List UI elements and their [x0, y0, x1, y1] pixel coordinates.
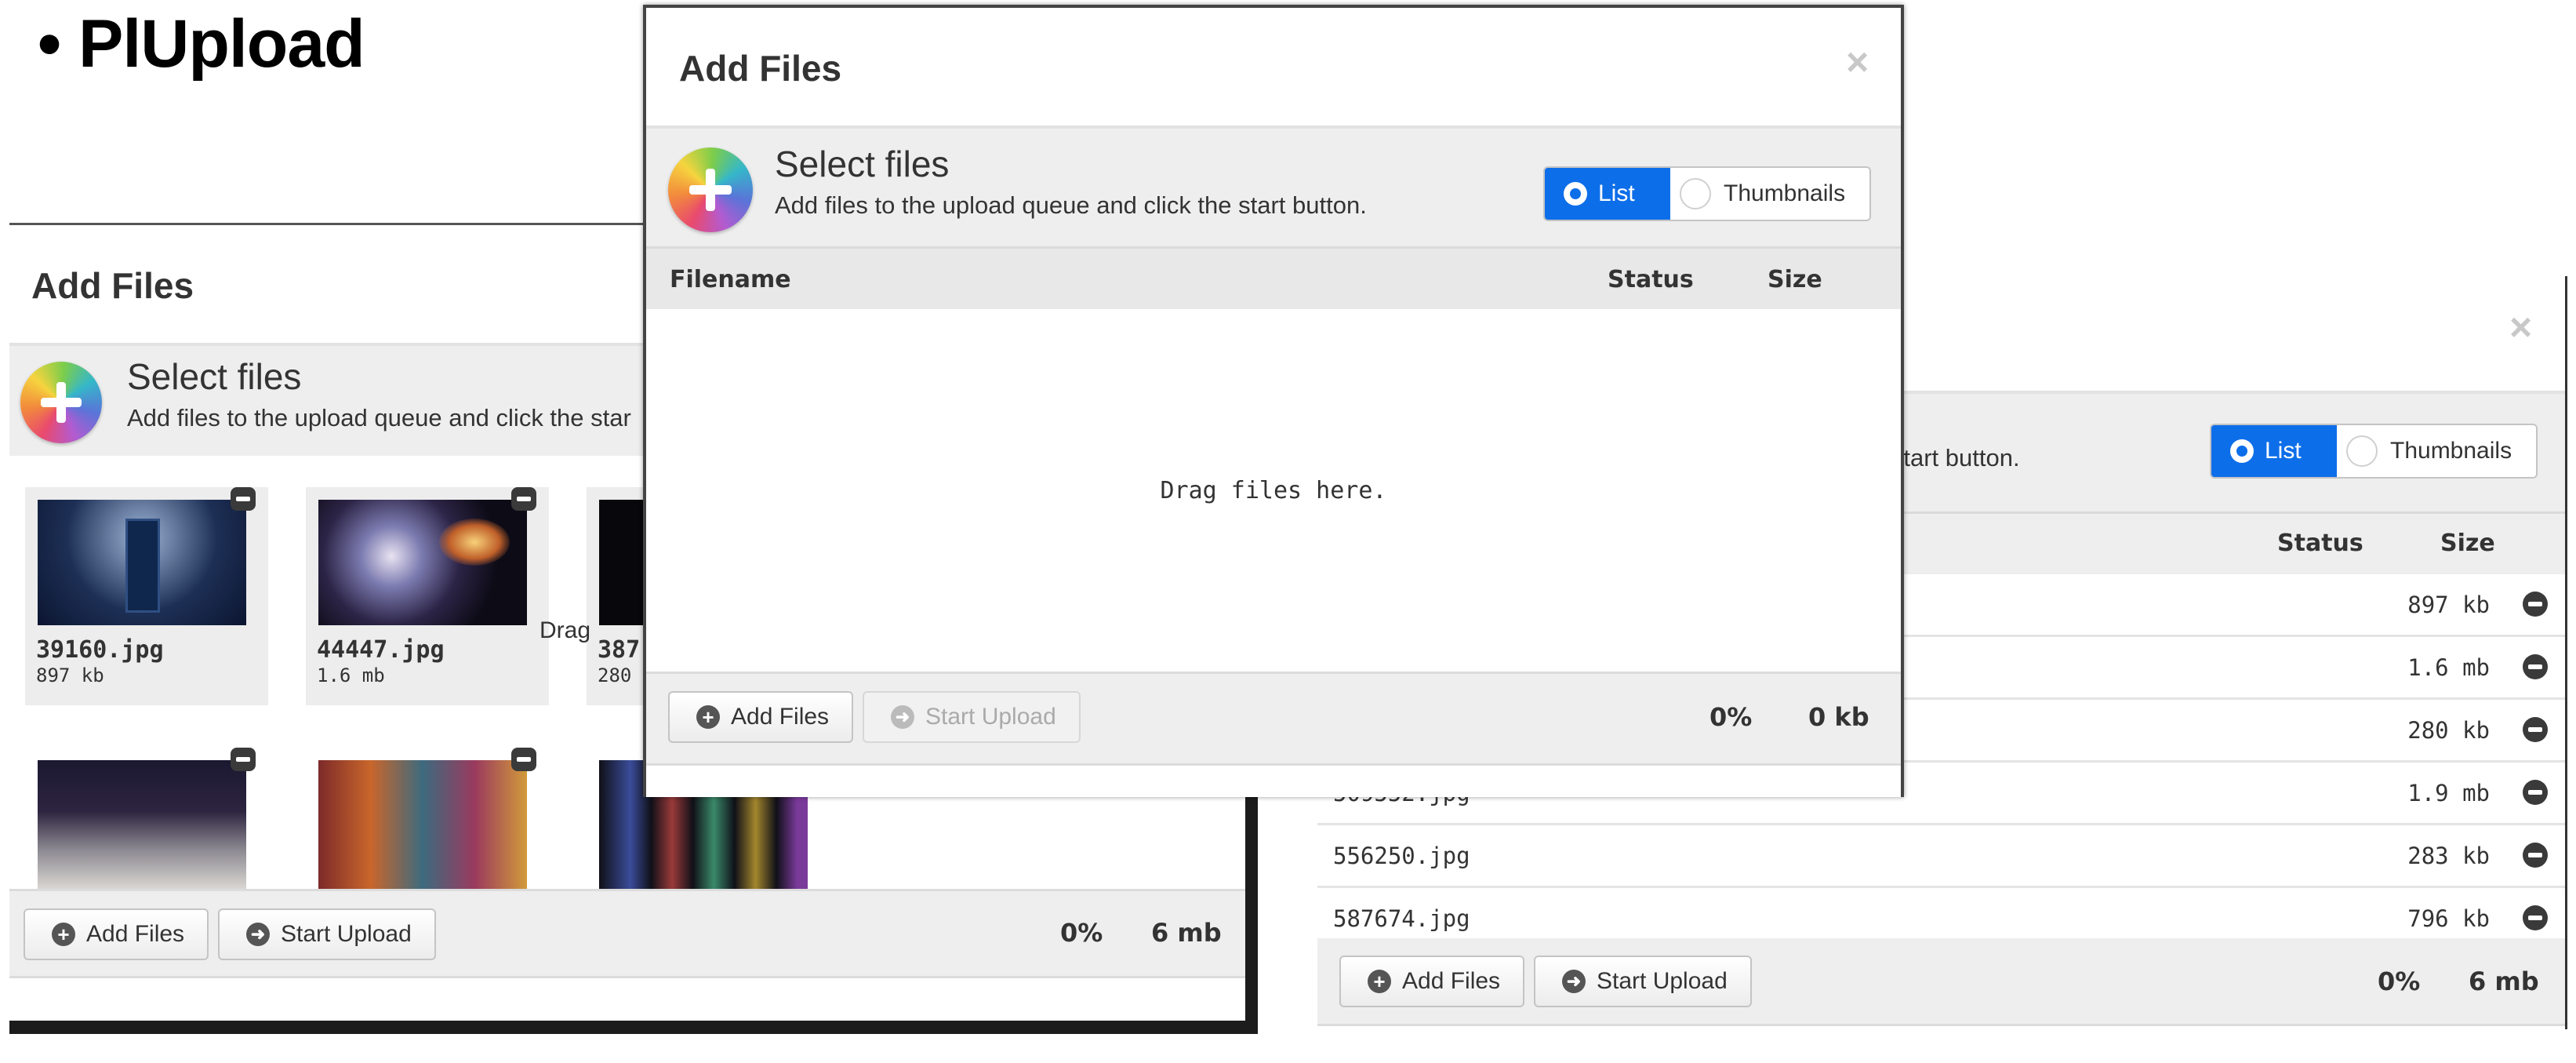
- remove-file-icon[interactable]: [2523, 654, 2548, 679]
- close-icon[interactable]: ×: [2509, 304, 2532, 350]
- upload-footer: + Add Files ➜ Start Upload 0% 6 mb: [1317, 938, 2565, 1026]
- add-files-icon[interactable]: [668, 147, 753, 232]
- start-upload-label: Start Upload: [1597, 968, 1728, 994]
- thumbnails-view-button[interactable]: Thumbnails: [2337, 425, 2536, 477]
- window-title: Add Files: [679, 48, 842, 89]
- drag-files-hint: Drag: [540, 617, 591, 643]
- select-files-band: Select files Add files to the upload que…: [646, 129, 1901, 246]
- add-files-button[interactable]: + Add Files: [1339, 956, 1524, 1007]
- collage-image: [318, 760, 527, 889]
- thumbnail-size: 897 kb: [36, 664, 104, 686]
- thumbnail-item[interactable]: 44447.jpg 1.6 mb: [306, 487, 549, 705]
- plus-circle-icon: +: [52, 923, 75, 946]
- select-files-subtitle: Add files to the upload queue and click …: [127, 404, 631, 431]
- remove-file-icon[interactable]: [511, 487, 536, 511]
- add-files-label: Add Files: [731, 704, 830, 730]
- window-shadow: [9, 1021, 1256, 1034]
- list-view-button[interactable]: List: [1545, 168, 1670, 220]
- thumbnails-view-label: Thumbnails: [1724, 180, 1846, 206]
- list-view-label: List: [2265, 438, 2302, 464]
- close-icon[interactable]: ×: [1846, 39, 1869, 85]
- thumbnail-filename: 39160.jpg: [36, 636, 164, 664]
- file-size: 1.9 mb: [2407, 780, 2490, 806]
- remove-file-icon[interactable]: [2523, 905, 2548, 930]
- radio-selected-icon: [2230, 439, 2254, 463]
- file-name: 556250.jpg: [1333, 843, 1470, 869]
- column-filename: Filename: [670, 266, 791, 293]
- file-size: 897 kb: [2407, 592, 2490, 618]
- remove-file-icon[interactable]: [2523, 717, 2548, 742]
- middle-upload-window: Add Files × Select files Add files to th…: [643, 5, 1904, 797]
- upload-percent: 0%: [1709, 702, 1753, 732]
- select-files-title: Select files: [775, 144, 950, 184]
- add-files-icon[interactable]: [20, 362, 102, 443]
- upload-footer: + Add Files ➜ Start Upload 0% 0 kb: [646, 672, 1901, 766]
- upload-percent: 0%: [1060, 918, 1103, 948]
- arrow-circle-icon: ➜: [246, 923, 270, 946]
- radio-selected-icon: [1564, 182, 1587, 206]
- remove-file-icon[interactable]: [2523, 780, 2548, 805]
- column-size: Size: [1768, 266, 1822, 293]
- total-size: 0 kb: [1808, 702, 1869, 732]
- arrow-circle-icon: ➜: [1562, 970, 1586, 993]
- column-status: Status: [2277, 530, 2363, 557]
- list-view-label: List: [1598, 180, 1635, 206]
- remove-file-icon[interactable]: [511, 748, 536, 771]
- file-row[interactable]: 556250.jpg 283 kb: [1317, 825, 2565, 888]
- select-files-title: Select files: [127, 356, 302, 397]
- start-upload-button[interactable]: ➜ Start Upload: [863, 691, 1081, 743]
- view-mode-toggle[interactable]: List Thumbnails: [2210, 424, 2538, 479]
- total-size: 6 mb: [2469, 967, 2539, 996]
- start-upload-button[interactable]: ➜ Start Upload: [218, 908, 436, 960]
- add-files-button[interactable]: + Add Files: [668, 691, 853, 743]
- thumbnail-filename: 387: [598, 636, 641, 664]
- upload-footer: + Add Files ➜ Start Upload 0% 6 mb: [9, 889, 1256, 978]
- nebula-glow: [439, 519, 510, 566]
- file-name: 587674.jpg: [1333, 905, 1470, 932]
- add-files-label: Add Files: [86, 921, 185, 947]
- select-files-subtitle: Add files to the upload queue and click …: [775, 191, 1367, 219]
- arrow-circle-icon: ➜: [891, 705, 914, 729]
- start-upload-label: Start Upload: [925, 704, 1056, 730]
- thumbnails-view-button[interactable]: Thumbnails: [1670, 168, 1869, 220]
- radio-empty-icon: [1680, 178, 1711, 209]
- remove-file-icon[interactable]: [2523, 843, 2548, 868]
- view-mode-toggle[interactable]: List Thumbnails: [1543, 166, 1871, 221]
- remove-file-icon[interactable]: [231, 748, 256, 771]
- radio-empty-icon: [2346, 435, 2378, 467]
- plus-circle-icon: +: [696, 705, 720, 729]
- thumbnail-item[interactable]: 39160.jpg 897 kb: [25, 487, 268, 705]
- window-edge: [1901, 5, 1904, 797]
- column-status: Status: [1608, 266, 1694, 293]
- plus-circle-icon: +: [1368, 970, 1391, 993]
- file-size: 796 kb: [2407, 905, 2490, 932]
- upload-percent: 0%: [2378, 967, 2421, 996]
- tardis-shape: [125, 519, 160, 613]
- start-upload-label: Start Upload: [281, 921, 412, 947]
- window-edge: [1245, 785, 1258, 1034]
- drop-zone[interactable]: Drag files here.: [646, 309, 1901, 672]
- add-files-button[interactable]: + Add Files: [24, 908, 209, 960]
- total-size: 6 mb: [1151, 918, 1222, 948]
- remove-file-icon[interactable]: [231, 487, 256, 511]
- thumbnails-view-label: Thumbnails: [2390, 438, 2512, 464]
- list-view-button[interactable]: List: [2211, 425, 2337, 477]
- thumbnail-size: 1.6 mb: [317, 664, 385, 686]
- thumbnail-filename: 44447.jpg: [317, 636, 445, 664]
- slide-heading: • PlUpload: [38, 6, 365, 82]
- window-title: Add Files: [31, 265, 194, 306]
- nebula-image: [318, 500, 527, 625]
- drop-zone-text: Drag files here.: [1160, 476, 1387, 504]
- column-size: Size: [2440, 530, 2495, 557]
- thumbnail-size: 280: [598, 664, 632, 686]
- crowd-image: [38, 760, 246, 889]
- list-header: Filename Status Size: [646, 246, 1901, 309]
- start-upload-button[interactable]: ➜ Start Upload: [1534, 956, 1752, 1007]
- add-files-label: Add Files: [1402, 968, 1501, 994]
- file-size: 283 kb: [2407, 843, 2490, 869]
- file-size: 1.6 mb: [2407, 654, 2490, 681]
- file-size: 280 kb: [2407, 717, 2490, 744]
- remove-file-icon[interactable]: [2523, 592, 2548, 617]
